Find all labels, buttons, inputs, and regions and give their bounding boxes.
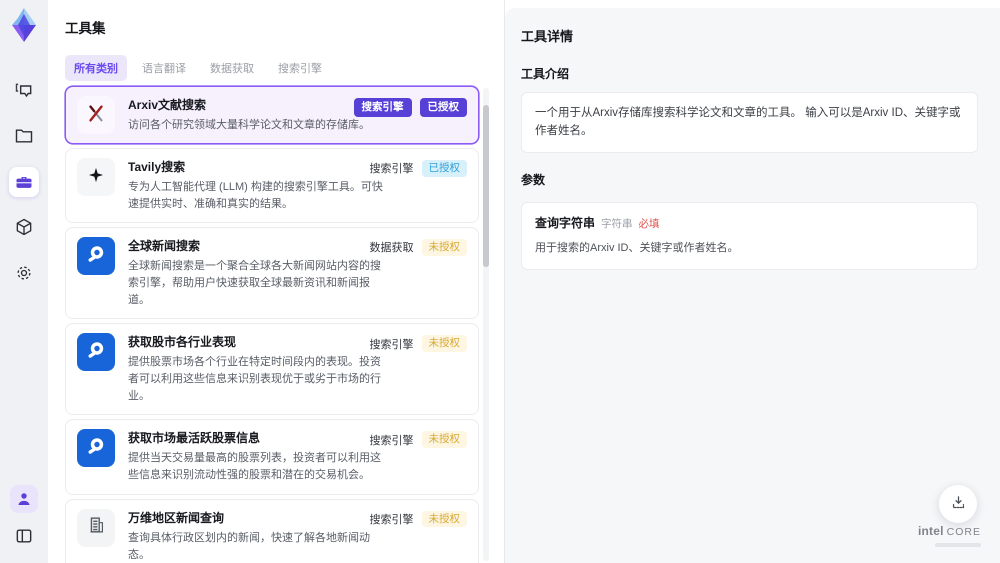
category-tab[interactable]: 所有类别 [65,55,127,81]
sidebar-item-chat[interactable] [9,76,39,106]
tool-category: 数据获取 [369,242,414,255]
scrollbar-thumb[interactable] [483,105,489,267]
tool-description: 全球新闻搜索是一个聚合全球各大新闻网站内容的搜索引擎，帮助用户快速获取全球最新资… [128,260,381,307]
tool-category: 搜索引擎 [369,338,414,351]
app-root: 工具集 所有类别 语言翻译 数据获取 搜索引擎 Arxiv文献搜索 访问各个研究… [0,0,1000,563]
tool-card[interactable]: Tavily搜索 专为人工智能代理 (LLM) 构建的搜索引擎工具。可快速提供实… [65,148,479,224]
tool-tags: 搜索引擎 已授权 [369,160,467,177]
tool-card[interactable]: 全球新闻搜索 全球新闻搜索是一个聚合全球各大新闻网站内容的搜索引擎，帮助用户快速… [65,227,479,320]
tool-description: 访问各个研究领域大量科学论文和文章的存储库。 [128,119,370,131]
building-icon [85,514,107,541]
tool-icon [77,333,115,372]
core-wordmark: CORE [946,526,981,538]
sidebar [0,0,48,563]
tool-tags: 搜索引擎 未授权 [369,510,467,528]
category-tab[interactable]: 数据获取 [201,55,263,81]
scrollbar-track[interactable] [483,88,489,561]
tool-description: 提供当天交易量最高的股票列表，投资者可以利用这些信息来识别流动性强的股票和潜在的… [128,452,381,482]
app-logo-icon [7,6,41,44]
sidebar-item-files[interactable] [9,121,39,151]
sidebar-item-tools[interactable] [9,167,39,197]
tool-list: Arxiv文献搜索 访问各个研究领域大量科学论文和文章的存储库。 搜索引擎 已授… [65,86,479,563]
tool-category: 搜索引擎 [369,434,414,447]
tool-category: 搜索引擎 [369,163,414,176]
sidebar-item-panel-toggle[interactable] [9,521,39,551]
tools-panel: 工具集 所有类别 语言翻译 数据获取 搜索引擎 Arxiv文献搜索 访问各个研究… [48,0,504,563]
tool-category: 搜索引擎 [353,98,412,117]
category-tabs: 所有类别 语言翻译 数据获取 搜索引擎 [65,55,331,81]
tool-details-panel: 工具详情 工具介绍 一个用于从Arxiv存储库搜索科学论文和文章的工具。 输入可… [505,8,1000,563]
news-search-icon [84,338,108,367]
param-card: 查询字符串 字符串 必填 用于搜索的Arxiv ID、关键字或作者姓名。 [521,201,978,270]
param-required-badge: 必填 [638,217,660,230]
tool-status-badge: 未授权 [421,335,467,352]
tool-card[interactable]: Arxiv文献搜索 访问各个研究领域大量科学论文和文章的存储库。 搜索引擎 已授… [65,86,479,145]
sidebar-item-profile[interactable] [10,485,38,513]
tool-card[interactable]: 获取市场最活跃股票信息 提供当天交易量最高的股票列表，投资者可以利用这些信息来识… [65,419,479,495]
params-heading: 参数 [521,172,546,187]
tool-tags: 搜索引擎 已授权 [353,98,467,117]
intel-sub-mark [935,543,981,547]
intro-heading: 工具介绍 [521,67,570,81]
page-title: 工具集 [65,21,106,36]
tool-icon [77,96,115,134]
intel-core-logo: intel CORE [918,522,981,547]
download-icon [950,494,967,514]
news-search-icon [84,434,108,463]
param-description: 用于搜索的Arxiv ID、关键字或作者姓名。 [535,241,739,254]
intel-wordmark: intel [917,524,944,538]
tool-icon [77,158,115,197]
tool-status-badge: 已授权 [421,160,467,177]
param-name: 查询字符串 [535,215,596,230]
tool-tags: 搜索引擎 未授权 [369,335,467,352]
category-tab[interactable]: 语言翻译 [133,55,195,81]
param-type: 字符串 [601,217,633,230]
tool-description: 查询具体行政区划内的新闻，快速了解各地新闻动态。 [128,531,370,561]
tool-status-badge: 已授权 [419,98,467,117]
arxiv-x-icon [85,102,107,129]
tool-intro-text: 一个用于从Arxiv存储库搜索科学论文和文章的工具。 输入可以是Arxiv ID… [521,92,978,153]
tool-status-badge: 未授权 [421,239,467,256]
tool-status-badge: 未授权 [421,431,467,448]
tool-tags: 搜索引擎 未授权 [369,431,467,448]
param-header: 查询字符串 字符串 必填 [535,214,964,233]
tool-description: 提供股票市场各个行业在特定时间段内的表现。投资者可以利用这些信息来识别表现优于或… [128,356,381,403]
news-search-icon [84,242,108,271]
tool-card[interactable]: 获取股市各行业表现 提供股票市场各个行业在特定时间段内的表现。投资者可以利用这些… [65,323,479,416]
sidebar-item-packages[interactable] [9,212,39,242]
sparkle-icon [86,165,106,190]
sidebar-item-settings[interactable] [9,258,39,288]
tool-card[interactable]: 万维地区新闻查询 查询具体行政区划内的新闻，快速了解各地新闻动态。 搜索引擎 未… [65,498,479,563]
tool-tags: 数据获取 未授权 [369,239,467,256]
download-button[interactable] [939,485,977,523]
tool-category: 搜索引擎 [369,513,414,526]
tool-icon [77,237,115,276]
tool-status-badge: 未授权 [421,510,467,528]
tool-description: 专为人工智能代理 (LLM) 构建的搜索引擎工具。可快速提供实时、准确和真实的结… [128,181,383,211]
tool-icon [77,429,115,468]
category-tab[interactable]: 搜索引擎 [269,55,331,81]
tool-icon [77,508,115,547]
details-title: 工具详情 [521,29,574,44]
